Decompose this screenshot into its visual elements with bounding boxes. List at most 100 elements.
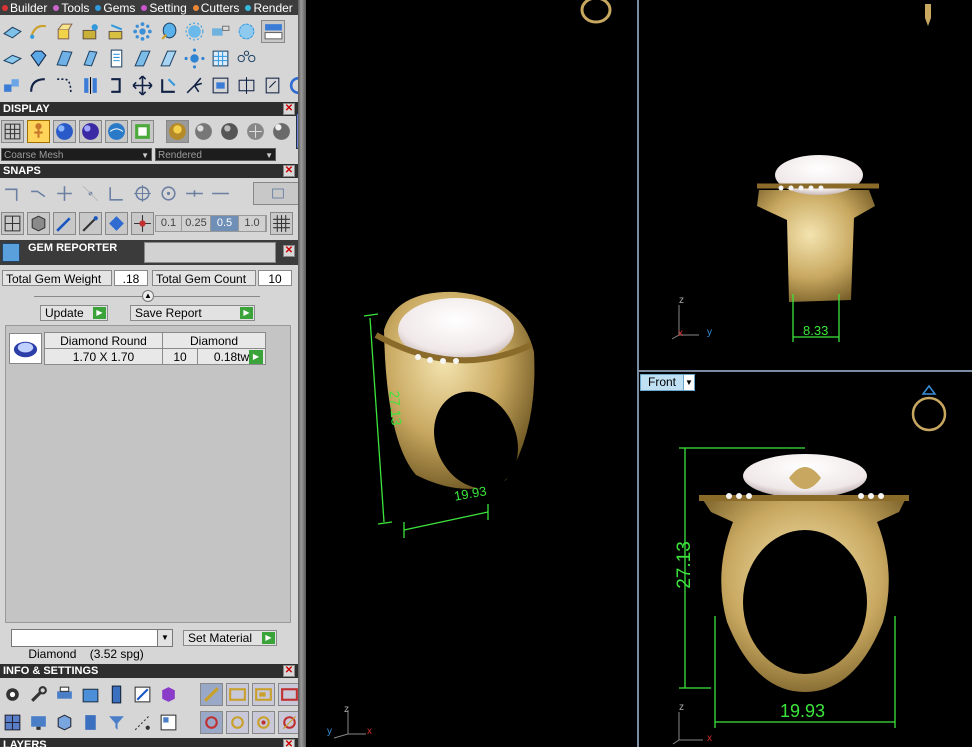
magic-pen-icon[interactable] [79,211,102,235]
phone-icon[interactable] [105,683,128,706]
snap-value-0-25[interactable]: 0.25 [182,216,211,231]
cube-wire-icon[interactable] [53,711,76,734]
molecule-icon[interactable] [235,47,258,70]
snap-window-icon[interactable] [253,181,298,205]
curve-sweep-icon[interactable] [27,20,50,43]
splitter-handle-icon[interactable]: ▲ [142,290,154,302]
shaded-sphere-icon[interactable] [53,119,76,143]
grid-square-icon[interactable] [209,47,232,70]
radial-icon[interactable] [235,20,258,43]
gold-sphere-icon[interactable] [166,119,189,143]
surface-icon[interactable] [1,20,24,43]
environment-icon[interactable] [105,119,128,143]
gem-tool-icon[interactable] [200,682,223,706]
scale-icon[interactable] [157,74,180,97]
menu-builder[interactable]: Builder [2,1,47,15]
book-icon[interactable] [79,711,102,734]
move-icon[interactable] [131,74,154,97]
update-button[interactable]: Update ▶ [40,305,108,321]
scissors-icon[interactable] [261,74,284,97]
sheet-icon[interactable] [53,47,76,70]
close-gem-reporter-icon[interactable]: ✕ [283,245,295,257]
sparkle-icon[interactable] [183,47,206,70]
snap-mid-icon[interactable] [183,182,206,205]
close-layers-icon[interactable]: ✕ [283,739,295,747]
rotate-icon[interactable] [105,74,128,97]
edit-icon[interactable] [131,683,154,706]
settings-gear-icon[interactable] [1,683,24,706]
loft-icon[interactable] [79,20,102,43]
grid-toggle-icon[interactable] [1,211,24,235]
menu-tools[interactable]: Tools [53,1,89,15]
pen-icon[interactable] [53,211,76,235]
chevron-down-icon[interactable]: ▼ [683,375,694,390]
close-info-icon[interactable]: ✕ [283,665,295,677]
front-view-tab[interactable]: Front ▼ [640,374,695,391]
profile-icon[interactable] [209,20,232,43]
plane-icon[interactable] [1,47,24,70]
extrude-icon[interactable] [53,20,76,43]
page-icon[interactable] [105,47,128,70]
mesh-select[interactable]: Coarse Mesh ▼ [1,148,152,161]
table-row[interactable]: 1.70 X 1.70 10 0.18tw [44,348,266,365]
side-viewport[interactable]: 8.33 z x y [639,0,972,370]
mirror-icon[interactable] [79,74,102,97]
snap-curve-icon[interactable] [27,182,50,205]
gem-row-go-icon[interactable]: ▶ [249,350,263,364]
wrench-icon[interactable] [27,683,50,706]
chrome-sphere-icon[interactable] [270,120,293,143]
menu-setting[interactable]: Setting [141,1,187,15]
frame-tool-icon[interactable] [226,682,249,706]
shear-2-icon[interactable] [157,47,180,70]
pipe-icon[interactable] [157,20,180,43]
material-select[interactable]: Diamond (3.52 spg) ▼ [11,629,173,661]
scatter-icon[interactable] [131,711,154,734]
snap-grid-icon[interactable] [1,182,24,205]
render-mode-select[interactable]: Rendered ▼ [155,148,276,161]
funnel-icon[interactable] [105,711,128,734]
snap-point-icon[interactable] [79,182,102,205]
grid-snap-icon[interactable] [270,212,293,235]
snap-center-icon[interactable] [131,182,154,205]
texture-icon[interactable] [131,119,154,143]
menu-render[interactable]: Render [245,1,293,15]
snap-circle-icon[interactable] [157,182,180,205]
arc-icon[interactable] [27,74,50,97]
cube-icon[interactable] [27,211,50,235]
spray-icon[interactable] [183,74,206,97]
snap-value-1-0[interactable]: 1.0 [239,216,266,231]
purple-sphere-icon[interactable] [79,119,102,143]
snap-end-icon[interactable] [105,182,128,205]
sphere-network-icon[interactable] [183,20,206,43]
grid-window-icon[interactable] [1,711,24,734]
purple-cube-icon[interactable] [157,683,180,706]
sheet-2-icon[interactable] [79,47,102,70]
diamond-icon[interactable] [27,47,50,70]
bounding-box-icon[interactable] [209,74,232,97]
prong-3-icon[interactable] [252,710,275,734]
circle-icon[interactable] [287,74,298,97]
snap-value-0-5[interactable]: 0.5 [211,216,239,231]
close-display-icon[interactable]: ✕ [283,103,295,115]
dashed-curve-icon[interactable] [53,74,76,97]
snap-line-icon[interactable] [209,182,232,205]
frame-tool-3-icon[interactable] [278,682,298,706]
prong-4-icon[interactable] [278,710,298,734]
menu-gems[interactable]: Gems [95,1,135,15]
set-material-button[interactable]: Set Material ▶ [183,630,277,646]
blocks-icon[interactable] [1,74,24,97]
save-report-button[interactable]: Save Report ▶ [130,305,255,321]
viewport-layout-icon[interactable] [261,19,285,43]
front-viewport[interactable]: Front ▼ 27.13 19.93 z x [639,372,972,747]
figure-icon[interactable] [27,119,50,143]
prong-2-icon[interactable] [226,710,249,734]
align-icon[interactable] [235,74,258,97]
perspective-viewport[interactable]: 27.13 19.93 z y x [306,0,637,747]
wireframe-icon[interactable] [1,119,24,143]
cube-stack-icon[interactable] [79,683,102,706]
metal-sphere-icon[interactable] [192,120,215,143]
document-icon[interactable] [157,711,180,734]
glass-sphere-icon[interactable] [244,120,267,143]
prong-icon[interactable] [200,710,223,734]
frame-tool-2-icon[interactable] [252,682,275,706]
